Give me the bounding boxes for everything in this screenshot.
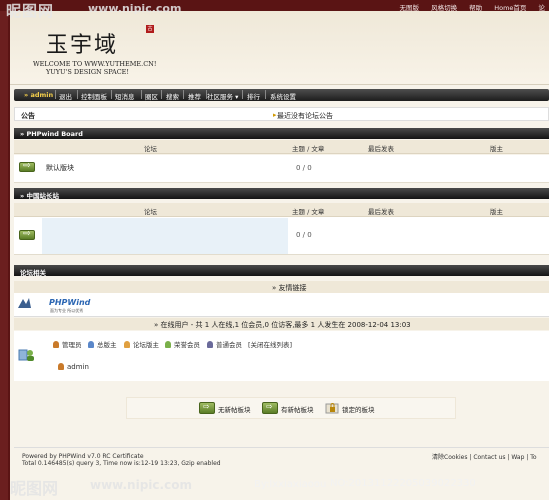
nav-separator xyxy=(183,90,184,99)
links-header: » 友情链接 xyxy=(14,281,549,293)
nav-control-panel[interactable]: 控制面板 xyxy=(81,91,107,101)
nav-separator xyxy=(242,90,243,99)
role-member: 普通会员 xyxy=(207,339,242,349)
role-super-mod: 总版主 xyxy=(88,339,117,349)
watermark-id: NO:20131122205039022330 xyxy=(330,478,476,489)
col-moderator: 版主 xyxy=(490,208,503,216)
online-summary: » 在线用户 - 共 1 人在线,1 位会员,0 位访客,最多 1 人发生在 2… xyxy=(154,321,411,329)
role-label: 管理员 xyxy=(62,341,82,349)
announcement-arrow-icon: ▸ xyxy=(273,111,277,119)
nav-messages[interactable]: 短消息 xyxy=(115,91,135,101)
logo-chinese: 玉宇域 xyxy=(46,33,119,58)
nav-separator xyxy=(141,90,142,99)
watermark-url-bottom: www.nipic.com xyxy=(90,478,192,492)
user-icon xyxy=(207,341,213,348)
role-honor: 荣誉会员 xyxy=(165,339,200,349)
nav-separator xyxy=(111,90,112,99)
category-title: » 中国站长站 xyxy=(20,192,59,200)
legend-new: 有新帖板块 xyxy=(281,406,314,414)
links-title: » 友情链接 xyxy=(272,284,307,292)
column-header: 论坛 主题 / 文章 最后发表 版主 xyxy=(14,140,549,154)
col-topics: 主题 / 文章 xyxy=(292,208,325,216)
category-bar-related[interactable]: 论坛相关 xyxy=(14,265,549,277)
category-title: 论坛相关 xyxy=(20,269,46,277)
nav-community[interactable]: 社区服务 ▾ xyxy=(207,91,238,101)
user-icon xyxy=(53,341,59,348)
online-users-icon xyxy=(18,348,36,362)
role-label: 论坛版主 xyxy=(133,341,159,349)
nav-separator xyxy=(77,90,78,99)
online-header: » 在线用户 - 共 1 人在线,1 位会员,0 位访客,最多 1 人发生在 2… xyxy=(14,318,549,330)
nav-circle[interactable]: 圈区 xyxy=(145,91,158,101)
logo-welcome: WELCOME TO WWW.YUTHEME.CN! xyxy=(33,60,157,68)
phpwind-logo[interactable]: PHPWind 面为专业 所以优秀 xyxy=(17,296,97,314)
nav-search[interactable]: 搜索 xyxy=(166,91,179,101)
watermark-by: By:lxxiaxiaoou xyxy=(254,479,327,490)
close-online-list-link[interactable]: [关闭在线列表] xyxy=(248,339,292,349)
nav-recommend[interactable]: 推荐 xyxy=(188,91,201,101)
announcement-label: 公告 xyxy=(21,112,35,120)
col-last-post: 最后发表 xyxy=(368,208,394,216)
nav-settings[interactable]: 系统设置 xyxy=(270,91,296,101)
watermark-site-bottom: 昵图网 xyxy=(10,479,59,498)
forum-status-icon xyxy=(19,161,35,172)
col-moderator: 版主 xyxy=(490,145,503,153)
forum-status-icon xyxy=(19,229,35,240)
role-label: 荣誉会员 xyxy=(174,341,200,349)
role-admin: 管理员 xyxy=(53,339,82,349)
legend-no-new: 无新帖板块 xyxy=(218,406,251,414)
powered-by: Powered by PHPWind v7.0 RC Certificate xyxy=(22,453,144,460)
nav-separator xyxy=(161,90,162,99)
no-new-posts-icon xyxy=(199,402,215,414)
forum-name-cell[interactable] xyxy=(42,218,288,254)
role-label: 普通会员 xyxy=(216,341,242,349)
announcement-bar: 公告 ▸ 最近没有论坛公告 xyxy=(14,107,549,121)
query-stats: Total 0.146485(s) query 3, Time now is:1… xyxy=(22,460,221,467)
legend-locked: 锁定的板块 xyxy=(342,406,375,414)
logo-seal: 古 xyxy=(146,25,154,33)
user-icon xyxy=(124,341,130,348)
nav-separator xyxy=(55,90,56,99)
footer-links[interactable]: 清除Cookies | Contact us | Wap | To xyxy=(432,452,537,461)
nav-separator xyxy=(265,90,266,99)
lock-icon xyxy=(325,401,339,415)
phpwind-logo-icon: PHPWind 面为专业 所以优秀 xyxy=(18,298,91,313)
user-icon xyxy=(165,341,171,348)
forum-count: 0 / 0 xyxy=(296,164,312,172)
forum-row[interactable]: 默认版块 0 / 0 xyxy=(14,155,549,183)
logo-tagline: YUYU'S DESIGN SPACE! xyxy=(46,68,130,76)
col-topics: 主题 / 文章 xyxy=(292,145,325,153)
nav-user[interactable]: » admin xyxy=(24,91,53,99)
category-bar-phpwind[interactable]: » PHPwind Board xyxy=(14,128,549,139)
col-forum: 论坛 xyxy=(144,208,157,216)
col-last-post: 最后发表 xyxy=(368,145,394,153)
online-username: admin xyxy=(67,363,89,371)
user-icon xyxy=(88,341,94,348)
nav-ranking[interactable]: 排行 xyxy=(247,91,260,101)
new-posts-icon xyxy=(262,402,278,414)
watermark-site: 昵图网 xyxy=(6,2,55,20)
col-forum: 论坛 xyxy=(144,145,157,153)
role-label: 总版主 xyxy=(97,341,117,349)
forum-count: 0 / 0 xyxy=(296,231,312,239)
watermark-url: www.nipic.com xyxy=(88,2,182,15)
category-title: » PHPwind Board xyxy=(20,130,83,138)
column-header: 论坛 主题 / 文章 最后发表 版主 xyxy=(14,203,549,217)
category-bar-cn-webmaster[interactable]: » 中国站长站 xyxy=(14,188,549,200)
role-mod: 论坛版主 xyxy=(124,339,159,349)
online-user[interactable]: admin xyxy=(58,363,89,371)
announcement-text[interactable]: 最近没有论坛公告 xyxy=(277,111,333,121)
user-icon xyxy=(58,363,64,370)
phpwind-logo-sub: 面为专业 所以优秀 xyxy=(50,307,83,313)
phpwind-logo-text: PHPWind xyxy=(49,298,91,307)
forum-name[interactable]: 默认版块 xyxy=(46,163,74,173)
main-nav: » admin 退出 控制面板 短消息 圈区 搜索 推荐 社区服务 ▾ 排行 系… xyxy=(14,89,549,101)
nav-logout[interactable]: 退出 xyxy=(59,91,72,101)
